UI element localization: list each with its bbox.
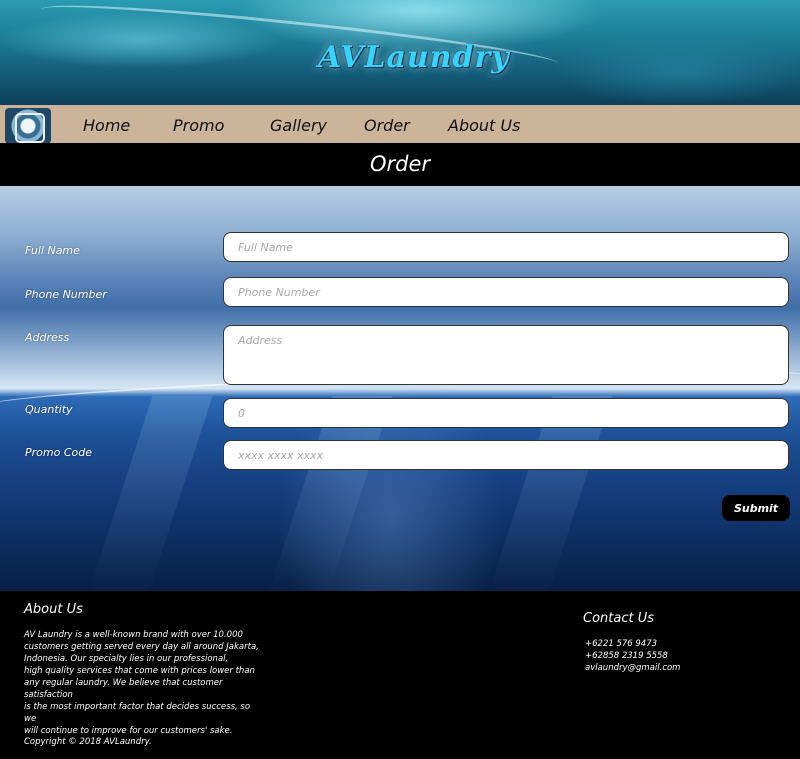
about-text-line: high quality services that come with pri… [24,666,255,676]
submit-button[interactable]: Submit [722,495,790,521]
footer-about-heading: About Us [24,602,83,617]
light-ray-decoration [87,396,213,591]
promo-code-label: Promo Code [25,446,92,459]
address-label: Address [25,331,70,344]
page-title: Order [369,152,431,176]
washing-machine-icon[interactable] [5,108,51,144]
nav-item-promo[interactable]: Promo [173,116,224,135]
phone-number-input[interactable] [223,277,789,307]
nav-item-gallery[interactable]: Gallery [270,116,327,135]
about-text-line: AV Laundry is a well-known brand with ov… [24,630,243,640]
contact-phone-1: +6221 576 9473 [585,639,658,649]
contact-email: avlaundry@gmail.com [585,663,681,673]
nav-item-home[interactable]: Home [83,116,130,135]
footer: About Us AV Laundry is a well-known bran… [0,591,800,759]
nav-item-about-us[interactable]: About Us [448,116,520,135]
phone-number-label: Phone Number [25,288,107,301]
about-text-line: customers getting served every day all a… [24,642,259,652]
nav-bar: Home Promo Gallery Order About Us [0,105,800,144]
brand-logo: AVLaundry [318,40,510,75]
full-name-label: Full Name [25,244,80,257]
promo-code-input[interactable] [223,440,789,470]
quantity-label: Quantity [25,403,73,416]
about-text-line: is the most important factor that decide… [24,702,251,724]
footer-contact-heading: Contact Us [583,611,654,626]
header-banner: AVLaundry [0,0,800,105]
contact-phone-2: +62858 2319 5558 [585,651,668,661]
quantity-input[interactable] [223,398,789,428]
about-text-line: Indonesia. Our specialty lies in our pro… [24,654,229,664]
about-text-line: any regular laundry. We believe that cus… [24,678,223,700]
copyright-text: Copyright © 2018 AVLaundry. [24,737,152,747]
page-title-bar: Order [0,143,800,186]
nav-item-order[interactable]: Order [364,116,410,135]
full-name-input[interactable] [223,232,789,262]
address-input[interactable] [223,325,789,385]
contact-list: +6221 576 9473 +62858 2319 5558 avlaundr… [585,638,680,674]
about-text-line: will continue to improve for our custome… [24,726,233,736]
footer-about-text: AV Laundry is a well-known brand with ov… [24,629,260,737]
